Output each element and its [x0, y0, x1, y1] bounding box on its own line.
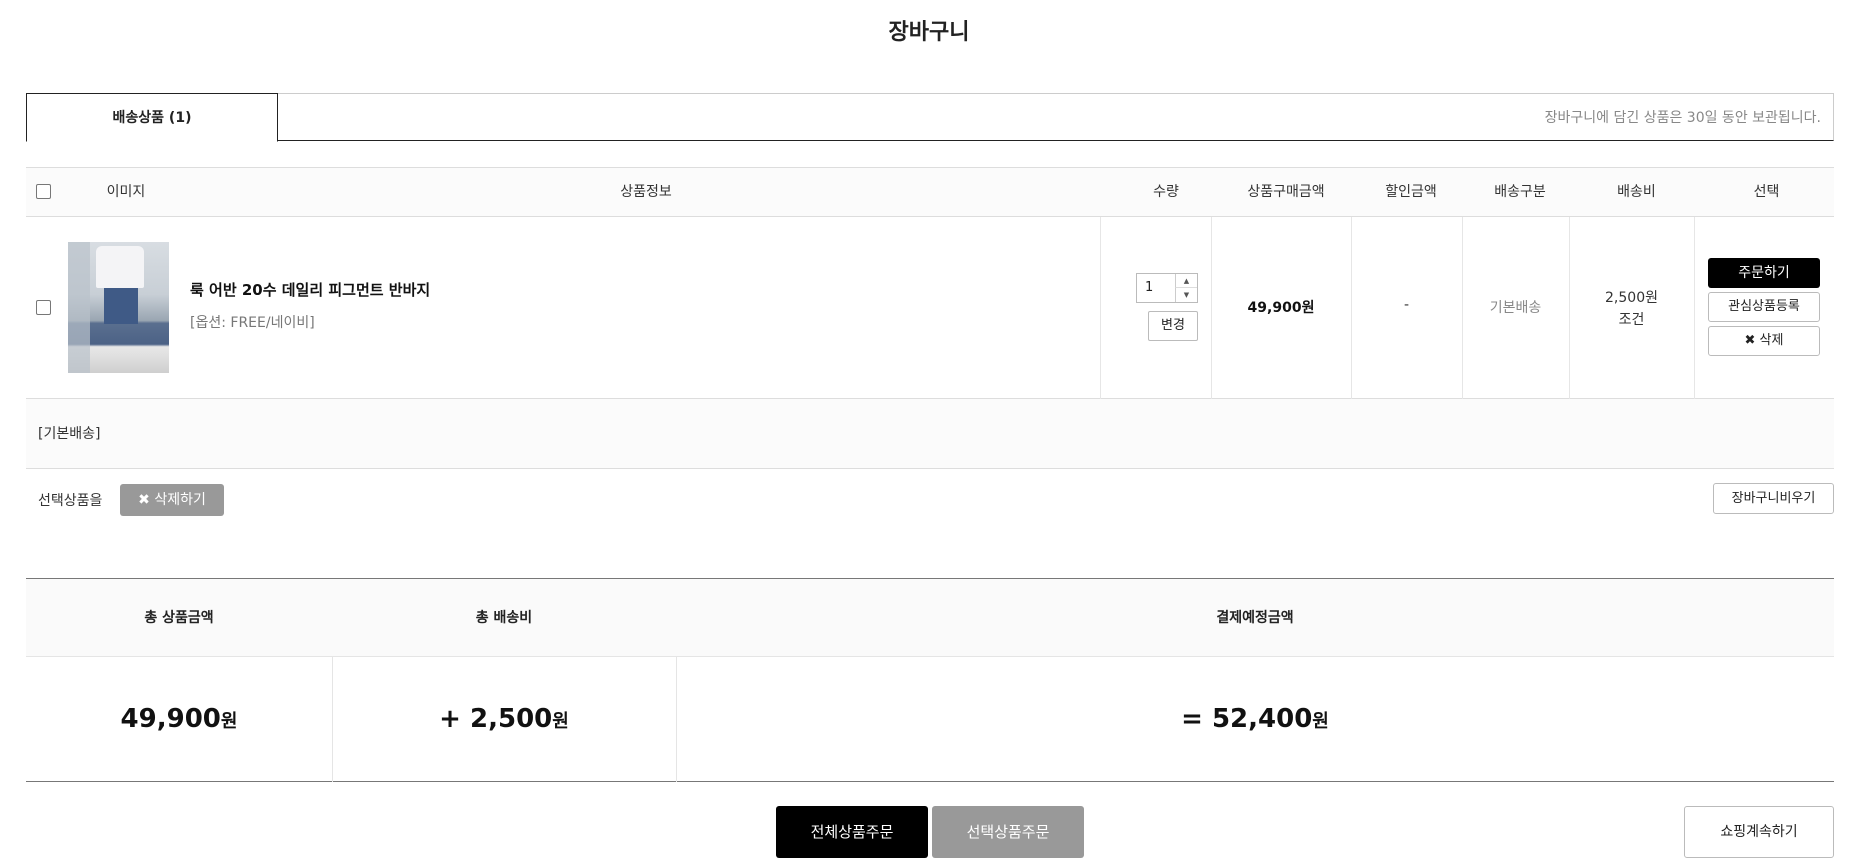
product-image[interactable] — [68, 242, 169, 373]
header-image: 이미지 — [106, 184, 146, 200]
table-row: 룩 어반 20수 데일리 피그먼트 반바지 [옵션: FREE/네이비] 1 ▲… — [26, 217, 1834, 399]
add-wishlist-button[interactable]: 관심상품등록 — [1708, 292, 1820, 322]
order-selected-button[interactable]: 선택상품주문 — [932, 806, 1084, 858]
order-item-button[interactable]: 주문하기 — [1708, 258, 1820, 288]
header-product-info: 상품정보 — [620, 184, 672, 200]
delete-item-button[interactable]: ✖ 삭제 — [1708, 326, 1820, 356]
shipping-group-label: [기본배송] — [38, 426, 101, 442]
item-shipping-fee: 2,500원 — [1605, 290, 1658, 306]
delete-selected-button[interactable]: ✖ 삭제하기 — [120, 484, 224, 516]
order-all-button[interactable]: 전체상품주문 — [776, 806, 928, 858]
page-title: 장바구니 — [888, 20, 970, 45]
summary-shipping-label: 총 배송비 — [475, 610, 533, 626]
product-name-link[interactable]: 룩 어반 20수 데일리 피그먼트 반바지 — [190, 279, 430, 300]
item-price: 49,900원 — [1247, 300, 1315, 316]
item-shipping-condition: 조건 — [1618, 312, 1645, 328]
header-shipping-fee: 배송비 — [1617, 184, 1656, 200]
header-select: 선택 — [1753, 184, 1780, 200]
header-price: 상품구매금액 — [1247, 184, 1325, 200]
quantity-input[interactable]: 1 — [1145, 280, 1153, 295]
product-option: [옵션: FREE/네이비] — [190, 315, 315, 331]
cart-retention-notice: 장바구니에 담긴 상품은 30일 동안 보관됩니다. — [1544, 110, 1821, 126]
select-all-checkbox[interactable] — [36, 184, 51, 199]
header-shipping-type: 배송구분 — [1494, 184, 1546, 200]
summary-total-label: 총 상품금액 — [144, 610, 214, 626]
order-summary: 총 상품금액 총 배송비 결제예정금액 49,900원 + 2,500원 = 5… — [26, 578, 1834, 782]
summary-shipping-value: + 2,500원 — [439, 704, 569, 734]
quantity-up-icon[interactable]: ▲ — [1175, 274, 1197, 288]
item-checkbox[interactable] — [36, 300, 51, 315]
shipping-group: [기본배송] — [26, 399, 1834, 469]
change-quantity-button[interactable]: 변경 — [1148, 311, 1198, 341]
empty-cart-button[interactable]: 장바구니비우기 — [1713, 483, 1834, 514]
header-quantity: 수량 — [1153, 184, 1179, 200]
quantity-down-icon[interactable]: ▼ — [1175, 288, 1197, 302]
quantity-stepper[interactable]: 1 ▲ ▼ — [1136, 273, 1198, 303]
tab-bar: 배송상품 (1) 장바구니에 담긴 상품은 30일 동안 보관됩니다. — [26, 93, 1834, 142]
summary-payment-value: = 52,400원 — [1181, 704, 1329, 734]
continue-shopping-button[interactable]: 쇼핑계속하기 — [1684, 806, 1834, 858]
selected-items-label: 선택상품을 — [38, 493, 103, 509]
item-discount: - — [1403, 297, 1410, 313]
tab-delivery-items[interactable]: 배송상품 (1) — [26, 93, 278, 142]
summary-payment-label: 결제예정금액 — [1216, 610, 1294, 626]
item-shipping-type: 기본배송 — [1489, 300, 1542, 316]
summary-total-value: 49,900원 — [120, 704, 238, 734]
header-discount: 할인금액 — [1385, 184, 1437, 200]
cart-table-header: 이미지 상품정보 수량 상품구매금액 할인금액 배송구분 배송비 선택 — [26, 167, 1834, 217]
